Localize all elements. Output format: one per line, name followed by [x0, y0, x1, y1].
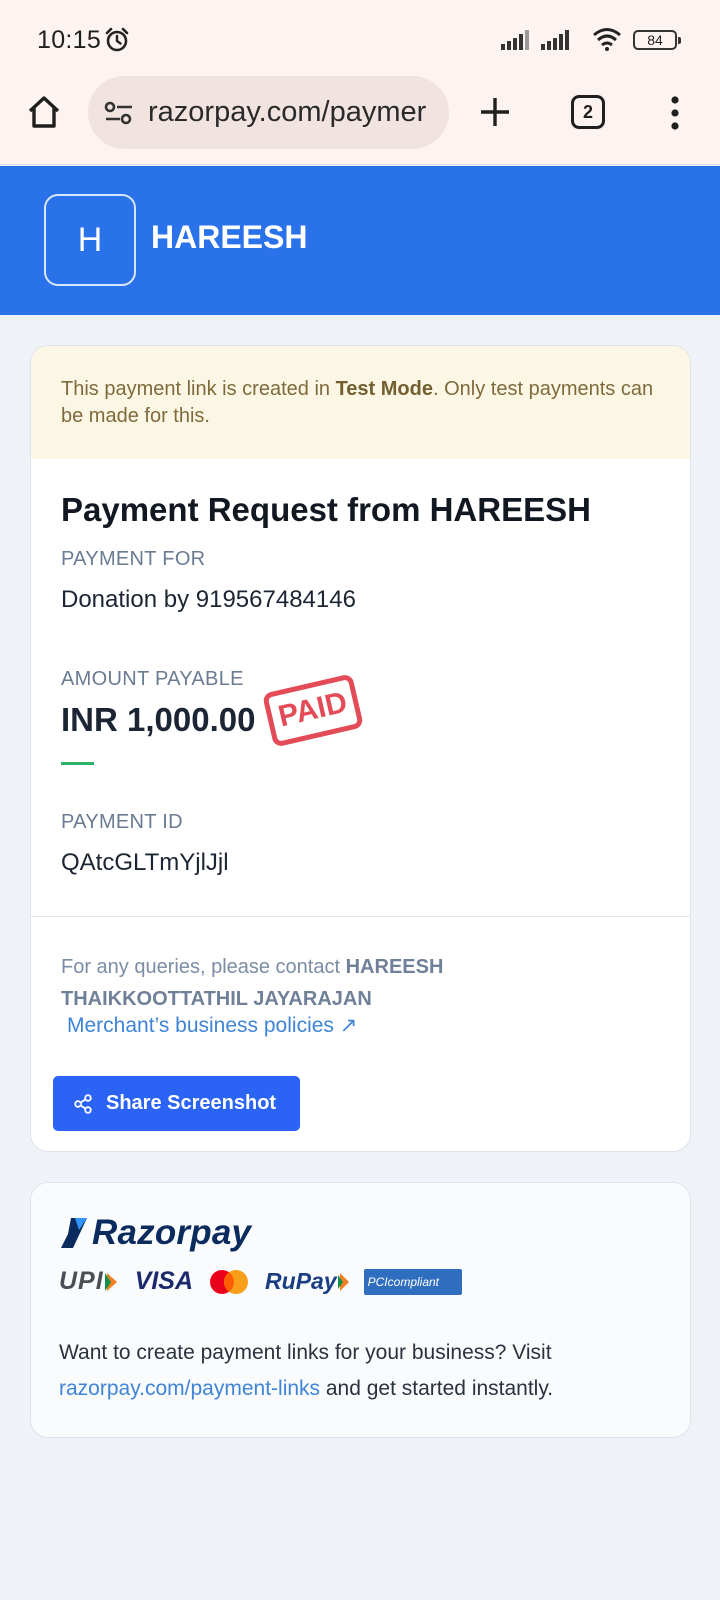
promo-prefix: Want to create payment links for your bu…: [59, 1341, 552, 1364]
razorpay-brand: Razorpay: [92, 1213, 252, 1252]
test-mode-banner: This payment link is created in Test Mod…: [31, 346, 690, 459]
payment-for-value: Donation by 919567484146: [61, 586, 356, 613]
wifi-icon: [593, 28, 621, 51]
share-icon: [73, 1093, 93, 1114]
payment-request-title: Payment Request from HAREESH: [61, 491, 591, 528]
amount-value: INR 1,000.00: [61, 701, 256, 738]
site-settings-icon[interactable]: [104, 100, 134, 126]
url-text[interactable]: razorpay.com/paymer: [148, 96, 426, 129]
razorpay-footer-card: Razorpay UPI VISA RuPay PCIcompliant Wan…: [30, 1182, 691, 1438]
status-time: 10:15: [37, 26, 102, 54]
home-icon[interactable]: [26, 94, 62, 130]
test-mode-label: Test Mode: [335, 378, 433, 400]
signal-icon-2: [541, 30, 569, 50]
business-policies-link[interactable]: Merchant’s business policies ↗: [67, 1013, 357, 1038]
pci-compliant-logo: PCIcompliant: [363, 1268, 462, 1295]
merchant-avatar: H: [44, 194, 136, 286]
visa-logo: VISA: [134, 1267, 194, 1295]
rupay-arrow-icon: [337, 1272, 349, 1291]
payment-links-link[interactable]: razorpay.com/payment-links: [59, 1377, 320, 1400]
payment-id-label: PAYMENT ID: [61, 811, 183, 833]
razorpay-logo: Razorpay: [59, 1213, 251, 1253]
url-bar[interactable]: razorpay.com/paymer: [88, 76, 449, 149]
rupay-logo: RuPay: [265, 1268, 350, 1295]
contact-prefix: For any queries, please contact: [61, 956, 346, 978]
payment-for-label: PAYMENT FOR: [61, 548, 206, 570]
merchant-header: H HAREESH: [0, 166, 720, 315]
divider: [31, 916, 690, 917]
upi-text: UPI: [59, 1267, 104, 1295]
paid-stamp: PAID: [261, 673, 365, 748]
battery-indicator: 84: [633, 30, 681, 50]
contact-info: For any queries, please contact HAREESH …: [61, 951, 531, 1015]
tab-switcher-button[interactable]: 2: [571, 95, 605, 129]
test-banner-prefix: This payment link is created in: [61, 378, 336, 400]
payment-id-value: QAtcGLTmYjlJjl: [61, 849, 229, 876]
rupay-text: RuPay: [265, 1268, 337, 1294]
mastercard-logo: [207, 1268, 251, 1296]
new-tab-icon[interactable]: [479, 96, 511, 128]
share-screenshot-button[interactable]: Share Screenshot: [53, 1076, 300, 1131]
more-menu-icon[interactable]: [670, 95, 680, 131]
signal-icon: [501, 30, 529, 50]
upi-logo: UPI: [59, 1267, 119, 1296]
razorpay-mark-icon: [61, 1218, 87, 1248]
payment-card: This payment link is created in Test Mod…: [30, 345, 691, 1152]
alarm-icon: [105, 27, 129, 52]
share-button-label: Share Screenshot: [106, 1092, 277, 1114]
promo-suffix: and get started instantly.: [320, 1377, 554, 1400]
upi-arrow-icon: [104, 1272, 117, 1291]
status-indicator-line: [61, 762, 94, 765]
merchant-name: HAREESH: [151, 219, 308, 255]
promo-text: Want to create payment links for your bu…: [59, 1335, 659, 1407]
amount-payable-label: AMOUNT PAYABLE: [61, 668, 244, 690]
browser-toolbar: razorpay.com/paymer 2: [0, 75, 720, 165]
status-bar: 10:15 84: [0, 0, 720, 75]
payment-method-logos: UPI VISA RuPay PCIcompliant: [59, 1267, 462, 1296]
